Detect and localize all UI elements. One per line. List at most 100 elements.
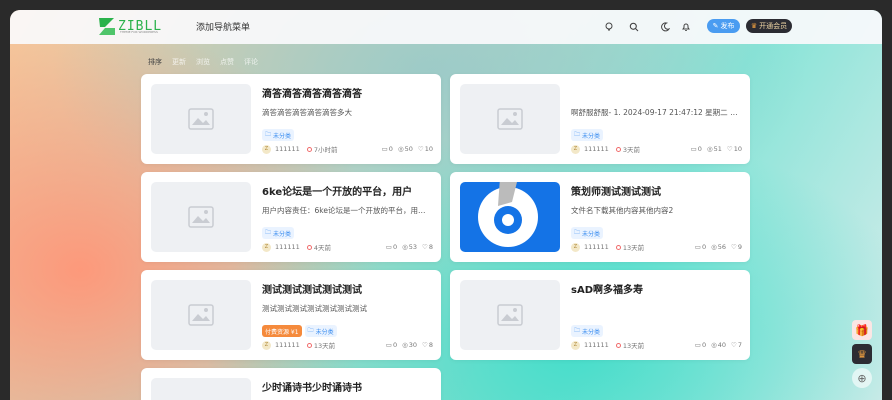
like-count[interactable]: ♡ 10 — [727, 145, 742, 153]
category-tag[interactable]: 🗀 未分类 — [571, 325, 604, 337]
tag-row: 🗀 未分类 — [262, 227, 295, 239]
tab-views[interactable]: 浏览 — [196, 57, 210, 67]
post-title[interactable]: 6ke论坛是一个开放的平台，用户 — [262, 183, 412, 198]
post-thumbnail[interactable] — [460, 280, 560, 350]
avatar[interactable]: Z — [262, 144, 271, 154]
avatar[interactable]: Z — [262, 340, 271, 350]
folder-icon: 🗀 — [574, 131, 581, 138]
logo-subtext: THEME FOR WORDPRESS — [120, 30, 158, 34]
post-thumbnail[interactable] — [151, 84, 251, 154]
lightbulb-icon[interactable] — [602, 20, 616, 34]
crown-icon: ♛ — [750, 22, 758, 30]
tag-row: 🗀 未分类 — [262, 129, 295, 141]
post-meta: Z 111111 7小时前 ▭ 0 ◎ 50 ♡ 10 — [262, 144, 433, 154]
logo-mark-icon — [98, 16, 116, 36]
eye-icon: ◎ — [402, 243, 408, 251]
vip-side-button[interactable]: ♛ — [852, 344, 872, 364]
like-count[interactable]: ♡ 8 — [422, 243, 433, 251]
like-count[interactable]: ♡ 10 — [418, 145, 433, 153]
category-tag[interactable]: 🗀 未分类 — [304, 325, 337, 337]
clock-icon — [615, 342, 621, 348]
author-name[interactable]: 111111 — [275, 243, 300, 251]
like-count[interactable]: ♡ 7 — [731, 341, 742, 349]
author-name[interactable]: 111111 — [275, 341, 300, 349]
thumbs-up-icon: ♡ — [422, 341, 428, 349]
plus-circle-icon: ⊕ — [857, 371, 867, 385]
author-name[interactable]: 111111 — [584, 243, 609, 251]
tab-updated[interactable]: 更新 — [172, 57, 186, 67]
post-thumbnail[interactable] — [151, 182, 251, 252]
like-count[interactable]: ♡ 9 — [731, 243, 742, 251]
like-count[interactable]: ♡ 8 — [422, 341, 433, 349]
post-card[interactable]: 测试测试测试测试测试 测试测试测试测试测试测试测试 付费资源 ¥1 🗀 未分类 Z 11… — [141, 270, 441, 360]
clock-icon — [306, 244, 312, 250]
vip-button[interactable]: ♛ 开通会员 — [746, 19, 792, 33]
post-stats: ▭ 0 ◎ 40 ♡ 7 — [695, 341, 742, 349]
post-title[interactable]: 滴答滴答滴答滴答滴答 — [262, 85, 362, 100]
add-button[interactable]: ⊕ — [852, 368, 872, 388]
category-tag[interactable]: 🗀 未分类 — [571, 129, 604, 141]
post-card[interactable]: sAD啊多福多寿 🗀 未分类 Z 111111 13天前 ▭ 0 ◎ 40 ♡ 7 — [450, 270, 750, 360]
search-icon[interactable] — [627, 20, 641, 34]
folder-icon: 🗀 — [265, 131, 272, 138]
gift-icon: 🎁 — [855, 323, 869, 337]
post-meta: Z 111111 13天前 ▭ 0 ◎ 40 ♡ 7 — [571, 340, 742, 350]
image-placeholder-icon — [497, 304, 523, 326]
post-thumbnail[interactable] — [151, 378, 251, 400]
clock-icon — [615, 244, 621, 250]
post-thumbnail[interactable] — [460, 84, 560, 154]
view-count: ◎ 40 — [711, 341, 727, 349]
comment-count: ▭ 0 — [694, 243, 707, 251]
post-title[interactable]: sAD啊多福多寿 — [571, 281, 643, 296]
dark-mode-moon-icon[interactable] — [658, 20, 672, 34]
image-placeholder-icon — [188, 304, 214, 326]
post-card[interactable]: 啊舒服舒服- 1. 2024-09-17 21:47:12 星期二 2024-.… — [450, 74, 750, 164]
tab-comments[interactable]: 评论 — [244, 57, 258, 67]
category-tag[interactable]: 🗀 未分类 — [571, 227, 604, 239]
post-meta: Z 111111 13天前 ▭ 0 ◎ 56 ♡ 9 — [571, 242, 742, 252]
post-excerpt: 滴答滴答滴答滴答滴答多大 — [262, 108, 352, 117]
crown-icon: ♛ — [857, 347, 867, 361]
avatar[interactable]: Z — [571, 340, 580, 350]
folder-icon: 🗀 — [265, 229, 272, 236]
author-name[interactable]: 111111 — [584, 145, 609, 153]
view-count: ◎ 51 — [706, 145, 722, 153]
tab-likes[interactable]: 点赞 — [220, 57, 234, 67]
post-card[interactable]: 6ke论坛是一个开放的平台，用户 用户内容责任：6ke论坛是一个开放的平台，用户.… — [141, 172, 441, 262]
thumbs-up-icon: ♡ — [731, 341, 737, 349]
post-card[interactable]: 滴答滴答滴答滴答滴答滴答滴答滴答滴答滴答多大 🗀 未分类 Z 111111 7小时前… — [141, 74, 441, 164]
post-meta: Z 111111 4天前 ▭ 0 ◎ 53 ♡ 8 — [262, 242, 433, 252]
post-thumbnail[interactable] — [460, 182, 560, 252]
site-logo[interactable]: ZIBLL THEME FOR WORDPRESS — [98, 16, 162, 36]
post-title[interactable]: 少时诵诗书少时诵诗书 — [262, 379, 362, 394]
post-meta: Z 111111 13天前 ▭ 0 ◎ 30 ♡ 8 — [262, 340, 433, 350]
author-name[interactable]: 111111 — [275, 145, 300, 153]
add-nav-menu-link[interactable]: 添加导航菜单 — [196, 20, 250, 33]
publish-button[interactable]: ✎ 发布 — [707, 19, 740, 33]
eye-icon: ◎ — [711, 341, 717, 349]
avatar[interactable]: Z — [262, 242, 271, 252]
thumbs-up-icon: ♡ — [726, 145, 733, 153]
post-stats: ▭ 0 ◎ 56 ♡ 9 — [695, 243, 742, 251]
post-title[interactable]: 策划师测试测试测试 — [571, 183, 661, 198]
avatar[interactable]: Z — [571, 242, 580, 252]
post-title[interactable]: 测试测试测试测试测试 — [262, 281, 362, 296]
post-thumbnail[interactable] — [151, 280, 251, 350]
thumbs-up-icon: ♡ — [422, 243, 428, 251]
post-excerpt: 啊舒服舒服- 1. 2024-09-17 21:47:12 星期二 2024-.… — [571, 108, 741, 117]
gift-button[interactable]: 🎁 — [852, 320, 872, 340]
tab-sort[interactable]: 排序 — [148, 57, 162, 67]
notification-bell-icon[interactable] — [679, 20, 693, 34]
image-placeholder-icon — [497, 108, 523, 130]
post-stats: ▭ 0 ◎ 53 ♡ 8 — [386, 243, 433, 251]
folder-icon: 🗀 — [307, 327, 314, 334]
tag-row: 付费资源 ¥1 🗀 未分类 — [262, 325, 337, 337]
author-name[interactable]: 111111 — [584, 341, 609, 349]
post-card[interactable]: 策划师测试测试测试 文件名下载其他内容其他内容2 🗀 未分类 Z 111111 13天… — [450, 172, 750, 262]
avatar[interactable]: Z — [571, 144, 580, 154]
post-card[interactable]: 少时诵诗书少时诵诗书 — [141, 368, 441, 400]
eye-icon: ◎ — [706, 145, 713, 153]
view-count: ◎ 56 — [711, 243, 727, 251]
category-tag[interactable]: 🗀 未分类 — [262, 129, 295, 141]
category-tag[interactable]: 🗀 未分类 — [262, 227, 295, 239]
